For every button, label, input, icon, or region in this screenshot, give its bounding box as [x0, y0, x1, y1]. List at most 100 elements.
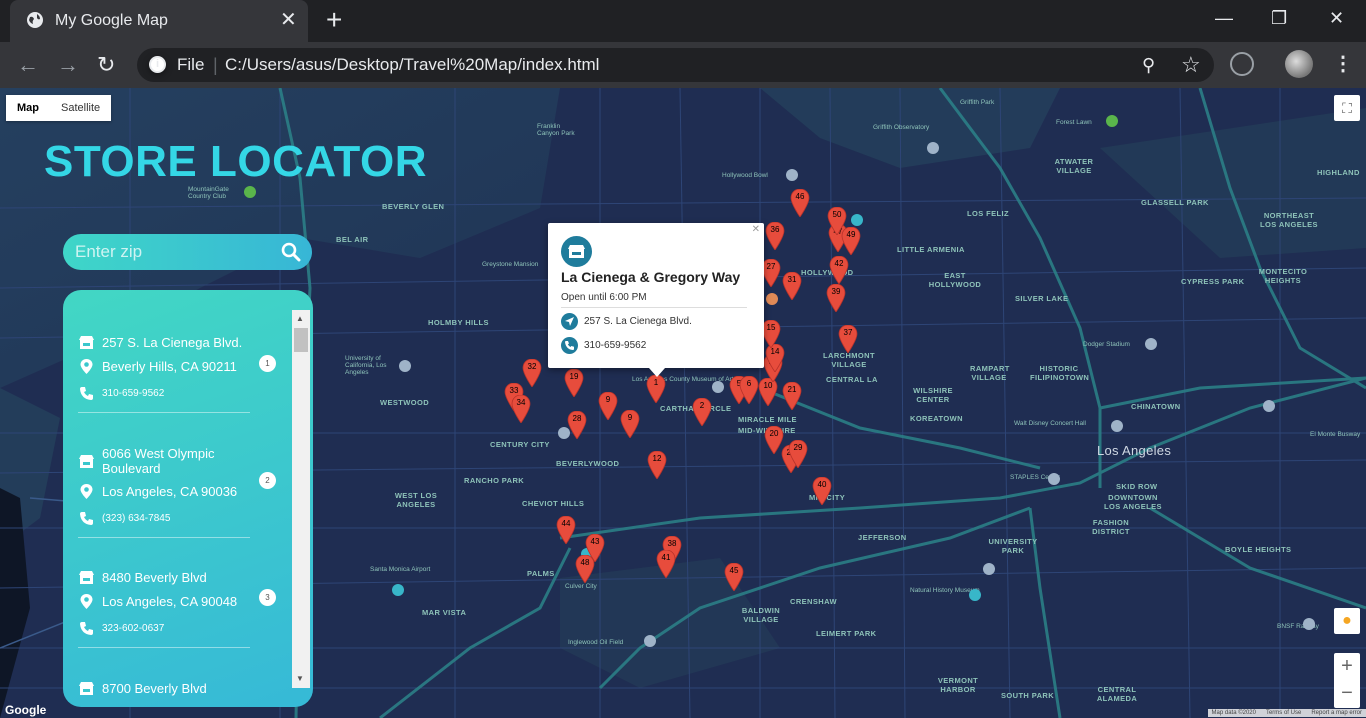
- zoom-out-button[interactable]: −: [1334, 680, 1360, 707]
- store-item[interactable]: 257 S. La Cienega Blvd. Beverly Hills, C…: [78, 334, 250, 413]
- store-marker[interactable]: 45: [724, 563, 744, 591]
- zip-input[interactable]: [75, 240, 275, 264]
- address-bar[interactable]: i File | C:/Users/asus/Desktop/Travel%20…: [137, 48, 1214, 82]
- store-marker[interactable]: 1: [646, 375, 666, 403]
- store-number-badge: 3: [259, 589, 276, 606]
- info-window-tail: [649, 368, 665, 377]
- scrollbar[interactable]: ▲ ▼: [292, 310, 310, 688]
- store-marker[interactable]: 50: [827, 207, 847, 235]
- tab-title: My Google Map: [55, 12, 168, 29]
- store-item[interactable]: 8700 Beverly Blvd: [78, 680, 250, 697]
- marker-label: 48: [580, 558, 590, 567]
- store-marker[interactable]: 46: [790, 189, 810, 217]
- store-icon: [79, 682, 94, 695]
- profile-avatar[interactable]: [1285, 50, 1313, 78]
- store-phone[interactable]: 323-602-0637: [102, 623, 164, 634]
- store-marker[interactable]: 40: [812, 477, 832, 505]
- divider: [78, 647, 250, 648]
- browser-toolbar: ← → ↻ i File | C:/Users/asus/Desktop/Tra…: [0, 42, 1366, 88]
- map-type-map[interactable]: Map: [6, 95, 50, 121]
- store-marker[interactable]: 9: [620, 410, 640, 438]
- store-marker[interactable]: 9: [598, 392, 618, 420]
- minimize-icon[interactable]: —: [1215, 8, 1233, 29]
- store-marker[interactable]: 39: [826, 284, 846, 312]
- store-phone[interactable]: 310-659-9562: [102, 388, 164, 399]
- store-list[interactable]: 257 S. La Cienega Blvd. Beverly Hills, C…: [63, 290, 313, 707]
- active-tab[interactable]: My Google Map ✕: [10, 0, 308, 42]
- scroll-up-icon[interactable]: ▲: [296, 314, 304, 323]
- zoom-icon[interactable]: ⚲: [1142, 55, 1155, 76]
- info-store-name: La Cienega & Gregory Way: [561, 269, 741, 285]
- zoom-in-button[interactable]: +: [1334, 653, 1360, 680]
- url-separator: |: [213, 55, 218, 75]
- extension-icon[interactable]: [1230, 52, 1254, 76]
- marker-label: 21: [787, 385, 797, 394]
- store-marker[interactable]: 28: [567, 411, 587, 439]
- globe-icon: [27, 12, 43, 28]
- back-icon[interactable]: ←: [17, 52, 39, 78]
- phone-icon: [561, 337, 578, 354]
- store-marker[interactable]: 2: [692, 398, 712, 426]
- store-number-badge: 1: [259, 355, 276, 372]
- report-link[interactable]: Report a map error: [1311, 710, 1362, 716]
- marker-label: 44: [561, 519, 571, 528]
- reload-icon[interactable]: ↻: [97, 52, 115, 78]
- store-marker[interactable]: 29: [788, 440, 808, 468]
- store-marker[interactable]: 42: [829, 256, 849, 284]
- phone-icon: [80, 512, 93, 525]
- store-marker[interactable]: 31: [782, 272, 802, 300]
- maximize-icon[interactable]: ❐: [1271, 8, 1287, 29]
- store-marker[interactable]: 27: [761, 259, 781, 287]
- store-marker[interactable]: 12: [647, 451, 667, 479]
- forward-icon[interactable]: →: [57, 52, 79, 78]
- marker-label: 32: [527, 362, 537, 371]
- store-marker[interactable]: 44: [556, 516, 576, 544]
- google-logo[interactable]: Google: [5, 703, 46, 717]
- store-marker[interactable]: 21: [782, 382, 802, 410]
- info-close-icon[interactable]: ✕: [752, 224, 760, 235]
- store-item[interactable]: 6066 West Olympic Boulevard Los Angeles,…: [78, 446, 250, 538]
- map-type-satellite[interactable]: Satellite: [50, 95, 111, 121]
- tab-close-icon[interactable]: ✕: [280, 9, 297, 31]
- store-marker[interactable]: 15: [761, 320, 781, 348]
- store-city: Beverly Hills, CA 90211: [102, 359, 237, 374]
- location-pin-icon: [80, 594, 93, 609]
- new-tab-button[interactable]: +: [326, 6, 342, 34]
- marker-label: 38: [667, 539, 677, 548]
- info-address-row[interactable]: 257 S. La Cienega Blvd.: [561, 313, 692, 330]
- window-close-icon[interactable]: ✕: [1329, 8, 1344, 29]
- store-city: Los Angeles, CA 90036: [102, 484, 238, 499]
- store-marker[interactable]: 34: [511, 395, 531, 423]
- marker-info-window: ✕ La Cienega & Gregory Way Open until 6:…: [548, 223, 764, 377]
- store-marker[interactable]: 32: [522, 359, 542, 387]
- marker-label: 6: [746, 379, 752, 388]
- store-marker[interactable]: 48: [575, 555, 595, 583]
- store-marker[interactable]: 6: [739, 376, 759, 404]
- pegman-icon[interactable]: ●: [1334, 608, 1360, 634]
- search-icon[interactable]: [281, 242, 301, 262]
- phone-icon: [80, 622, 93, 635]
- store-marker[interactable]: 14: [765, 344, 785, 372]
- store-marker[interactable]: 36: [765, 222, 785, 250]
- store-icon: [79, 571, 94, 584]
- scroll-down-icon[interactable]: ▼: [296, 674, 304, 683]
- menu-icon[interactable]: ⋮: [1333, 51, 1353, 76]
- marker-label: 28: [572, 414, 582, 423]
- terms-link[interactable]: Terms of Use: [1266, 710, 1301, 716]
- store-phone[interactable]: (323) 634-7845: [102, 513, 170, 524]
- store-item[interactable]: 8480 Beverly Blvd Los Angeles, CA 90048 …: [78, 569, 250, 648]
- marker-label: 20: [769, 429, 779, 438]
- store-marker[interactable]: 41: [656, 550, 676, 578]
- store-number-badge: 2: [259, 472, 276, 489]
- store-marker[interactable]: 37: [838, 325, 858, 353]
- store-marker[interactable]: 19: [564, 369, 584, 397]
- scroll-thumb[interactable]: [294, 328, 308, 352]
- store-marker[interactable]: 10: [758, 378, 778, 406]
- marker-label: 19: [569, 372, 579, 381]
- bookmark-star-icon[interactable]: ☆: [1181, 52, 1201, 78]
- attribution-bar: Map data ©2020 Terms of Use Report a map…: [1207, 709, 1366, 717]
- fullscreen-icon[interactable]: ⛶: [1334, 95, 1360, 121]
- site-info-icon[interactable]: i: [149, 56, 166, 73]
- info-phone-row[interactable]: 310-659-9562: [561, 337, 646, 354]
- url-text[interactable]: C:/Users/asus/Desktop/Travel%20Map/index…: [225, 55, 599, 75]
